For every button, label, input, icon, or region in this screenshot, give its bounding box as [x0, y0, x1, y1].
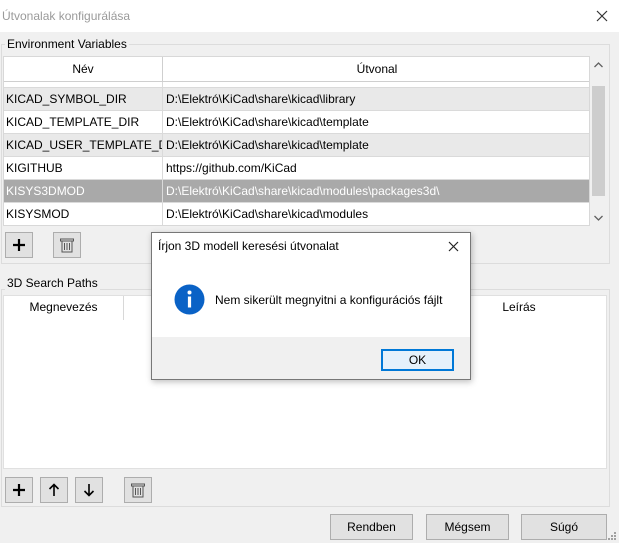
scroll-up-button[interactable]	[590, 56, 607, 73]
message-dialog-close-button[interactable]	[444, 237, 462, 255]
search-paths-group-label: 3D Search Paths	[5, 276, 100, 290]
scroll-down-button[interactable]	[590, 209, 607, 226]
env-vars-scrollbar[interactable]	[590, 56, 607, 226]
table-row[interactable]: KIGITHUB https://github.com/KiCad	[4, 157, 589, 180]
message-dialog-title: Írjon 3D modell keresési útvonalat	[158, 239, 339, 253]
scroll-thumb[interactable]	[592, 86, 605, 196]
table-row[interactable]: KICAD_SYMBOL_DIR D:\Elektró\KiCad\share\…	[4, 88, 589, 111]
plus-icon	[13, 239, 25, 251]
arrow-up-icon	[48, 483, 60, 496]
table-row-selected[interactable]: KISYS3DMOD D:\Elektró\KiCad\share\kicad\…	[4, 180, 589, 203]
arrow-down-icon	[83, 484, 95, 497]
message-dialog-footer: OK	[152, 337, 470, 379]
env-var-name: KIGITHUB	[4, 157, 163, 179]
trash-icon	[131, 483, 145, 497]
trash-icon	[60, 238, 74, 252]
close-icon	[596, 10, 608, 22]
add-env-var-button[interactable]	[5, 232, 33, 258]
env-var-path: D:\Elektró\KiCad\share\kicad\template	[166, 115, 369, 129]
cancel-button[interactable]: Mégsem	[426, 514, 509, 540]
window-title: Útvonalak konfigurálása	[2, 9, 131, 23]
table-row[interactable]: KISYSMOD D:\Elektró\KiCad\share\kicad\mo…	[4, 203, 589, 225]
delete-search-path-button[interactable]	[124, 477, 152, 503]
env-var-name: KICAD_SYMBOL_DIR	[4, 88, 163, 110]
move-up-button[interactable]	[40, 477, 68, 503]
column-header-name[interactable]: Név	[4, 57, 163, 82]
chevron-down-icon	[594, 215, 603, 221]
env-var-path: D:\Elektró\KiCad\share\kicad\modules	[166, 207, 369, 221]
title-bar: Útvonalak konfigurálása	[0, 0, 619, 32]
env-var-name: KISYS3DMOD	[4, 180, 163, 202]
plus-icon	[13, 484, 25, 496]
env-var-name: KICAD_USER_TEMPLATE_DIR	[4, 134, 163, 156]
delete-env-var-button[interactable]	[53, 232, 81, 258]
env-vars-grid[interactable]: Név Útvonal KICAD_SYMBOL_DIR D:\Elektró\…	[3, 56, 590, 226]
message-dialog-body: Nem sikerült megnyitni a konfigurációs f…	[152, 261, 470, 337]
column-header-nickname[interactable]: Megnevezés	[4, 296, 124, 320]
move-down-button[interactable]	[75, 477, 103, 503]
env-var-path: https://github.com/KiCad	[166, 161, 297, 175]
env-var-name: KISYSMOD	[4, 203, 163, 225]
env-vars-group-label: Environment Variables	[5, 37, 129, 51]
env-var-path: D:\Elektró\KiCad\share\kicad\modules\pac…	[166, 184, 440, 198]
message-text: Nem sikerült megnyitni a konfigurációs f…	[215, 293, 443, 307]
chevron-up-icon	[594, 61, 603, 67]
env-var-name: KICAD_TEMPLATE_DIR	[4, 111, 163, 133]
window-close-button[interactable]	[589, 4, 615, 28]
message-ok-button[interactable]: OK	[381, 349, 454, 371]
ok-button[interactable]: Rendben	[330, 514, 413, 540]
env-var-path: D:\Elektró\KiCad\share\kicad\library	[166, 92, 356, 106]
column-header-path[interactable]: Útvonal	[163, 57, 589, 82]
info-icon	[174, 284, 205, 315]
help-button[interactable]: Súgó	[521, 514, 607, 540]
env-var-path: D:\Elektró\KiCad\share\kicad\template	[166, 138, 369, 152]
close-icon	[448, 241, 458, 251]
table-row[interactable]: KICAD_TEMPLATE_DIR D:\Elektró\KiCad\shar…	[4, 111, 589, 134]
add-search-path-button[interactable]	[5, 477, 33, 503]
env-vars-grid-header: Név Útvonal	[4, 57, 589, 82]
table-row[interactable]: KICAD_USER_TEMPLATE_DIR D:\Elektró\KiCad…	[4, 134, 589, 157]
resize-grip-icon[interactable]	[605, 531, 617, 543]
message-dialog: Írjon 3D modell keresési útvonalat Nem s…	[151, 232, 471, 380]
